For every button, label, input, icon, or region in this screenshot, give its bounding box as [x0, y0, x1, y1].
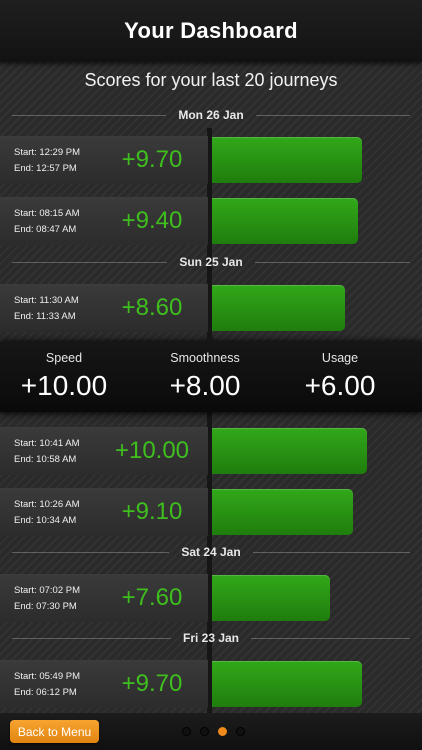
- separator-line: [12, 261, 168, 263]
- stat-label: Smoothness: [170, 351, 240, 365]
- journey-score: +9.40: [121, 207, 183, 234]
- journey-score-bar: [212, 489, 353, 535]
- journey-row[interactable]: Start: 10:26 AM End: 10:34 AM +9.10: [0, 488, 422, 536]
- page-indicator-dot-icon[interactable]: [236, 727, 245, 736]
- journey-start-time: Start: 05:49 PM: [14, 671, 81, 682]
- journey-end-time: End: 12:57 PM: [14, 163, 77, 174]
- journey-start-time: Start: 10:26 AM: [14, 499, 80, 510]
- journeys-subtitle: Scores for your last 20 journeys: [84, 70, 338, 90]
- journey-row[interactable]: Start: 10:41 AM End: 10:58 AM +10.00: [0, 427, 422, 475]
- stat-value: +10.00: [20, 370, 108, 401]
- journey-times: Start: 10:26 AM End: 10:34 AM: [14, 497, 79, 529]
- journey-score: +8.60: [121, 294, 183, 321]
- journey-row[interactable]: Start: 12:29 PM End: 12:57 PM +9.70: [0, 136, 422, 184]
- journey-times: Start: 08:15 AM End: 08:47 AM: [14, 206, 79, 238]
- date-separator: Sat 24 Jan: [0, 543, 422, 561]
- stat-value: +6.00: [304, 370, 376, 401]
- journey-start-time: Start: 11:30 AM: [14, 295, 79, 306]
- journey-score-bar: [212, 198, 358, 244]
- footer-bar: Back to Menu: [0, 713, 422, 750]
- journey-times: Start: 05:49 PM End: 06:12 PM: [14, 669, 80, 701]
- page-indicator[interactable]: [182, 727, 245, 736]
- separator-line: [12, 637, 171, 639]
- title-bar: Your Dashboard: [0, 0, 422, 62]
- separator-line: [252, 551, 410, 553]
- page-indicator-dot-icon[interactable]: [218, 727, 227, 736]
- journey-score: +9.70: [121, 146, 183, 173]
- date-separator: Fri 23 Jan: [0, 629, 422, 647]
- journey-times: Start: 10:41 AM End: 10:58 AM: [14, 436, 79, 468]
- journey-times: Start: 07:02 PM End: 07:30 PM: [14, 583, 80, 615]
- journey-start-time: Start: 10:41 AM: [14, 438, 80, 449]
- journey-end-time: End: 10:34 AM: [14, 515, 77, 526]
- journey-row[interactable]: Start: 11:30 AM End: 11:33 AM +8.60: [0, 284, 422, 332]
- date-label: Sat 24 Jan: [181, 545, 241, 559]
- separator-line: [12, 114, 167, 116]
- journey-row[interactable]: Start: 05:49 PM End: 06:12 PM +9.70: [0, 660, 422, 708]
- usage-stat: Usage +6.00: [270, 342, 410, 412]
- journey-end-time: End: 06:12 PM: [14, 687, 77, 698]
- journey-score: +9.10: [121, 498, 183, 525]
- date-separator: Sun 25 Jan: [0, 253, 422, 271]
- page-title: Your Dashboard: [124, 18, 298, 43]
- journey-end-time: End: 10:58 AM: [14, 454, 77, 465]
- journey-start-time: Start: 08:15 AM: [14, 208, 80, 219]
- journey-start-time: Start: 07:02 PM: [14, 585, 81, 596]
- page-indicator-dot-icon[interactable]: [200, 727, 209, 736]
- separator-line: [251, 637, 410, 639]
- back-to-menu-button[interactable]: Back to Menu: [10, 720, 99, 743]
- journey-score-bar: [212, 285, 345, 331]
- date-label: Fri 23 Jan: [182, 631, 240, 645]
- journey-score-bar: [212, 575, 330, 621]
- score-breakdown-panel: Speed +10.00 Smoothness +8.00 Usage +6.0…: [0, 335, 422, 412]
- journey-score: +10.00: [114, 437, 190, 464]
- separator-line: [12, 551, 170, 553]
- stat-label: Usage: [321, 351, 359, 365]
- pointer-arrow-icon: [203, 335, 217, 342]
- journey-times: Start: 11:30 AM End: 11:33 AM: [14, 293, 79, 325]
- speed-stat: Speed +10.00: [0, 342, 134, 412]
- journey-score-bar: [212, 428, 367, 474]
- smoothness-stat: Smoothness +8.00: [135, 342, 275, 412]
- journey-end-time: End: 11:33 AM: [14, 311, 76, 322]
- journey-score-bar: [212, 661, 362, 707]
- journey-score-bar: [212, 137, 362, 183]
- page-indicator-dot-icon[interactable]: [182, 727, 191, 736]
- stat-value: +8.00: [169, 370, 241, 401]
- journey-end-time: End: 07:30 PM: [14, 601, 77, 612]
- separator-line: [254, 261, 411, 263]
- journey-score: +7.60: [121, 584, 183, 611]
- journey-score: +9.70: [121, 670, 183, 697]
- date-separator: Mon 26 Jan: [0, 106, 422, 124]
- stat-label: Speed: [45, 351, 83, 365]
- date-label: Mon 26 Jan: [178, 108, 244, 122]
- separator-line: [255, 114, 411, 116]
- journey-times: Start: 12:29 PM End: 12:57 PM: [14, 145, 80, 177]
- journey-row[interactable]: Start: 07:02 PM End: 07:30 PM +7.60: [0, 574, 422, 622]
- journey-row[interactable]: Start: 08:15 AM End: 08:47 AM +9.40: [0, 197, 422, 245]
- journey-start-time: Start: 12:29 PM: [14, 147, 81, 158]
- journey-end-time: End: 08:47 AM: [14, 224, 77, 235]
- date-label: Sun 25 Jan: [179, 255, 243, 269]
